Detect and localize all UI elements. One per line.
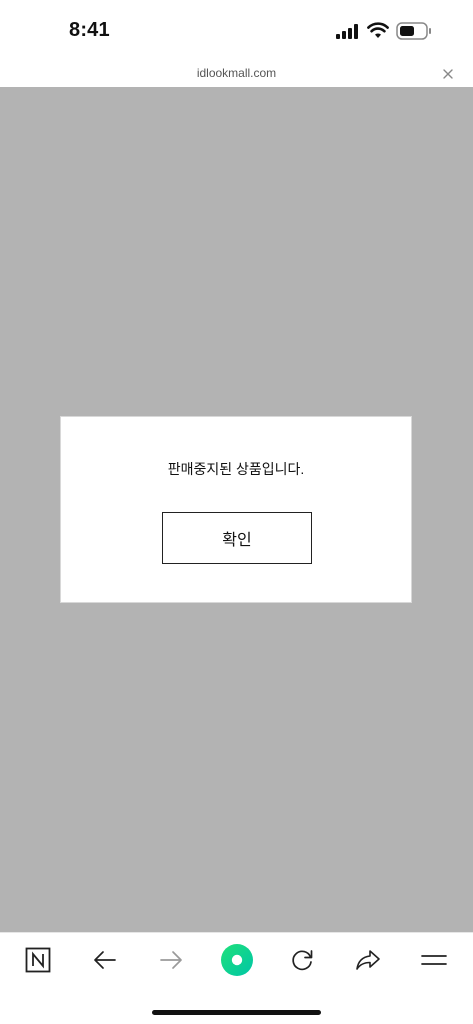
forward-arrow-icon[interactable] — [158, 947, 184, 973]
naver-home-icon[interactable] — [25, 947, 51, 973]
wifi-icon — [367, 22, 389, 39]
close-icon[interactable] — [440, 66, 456, 82]
status-time: 8:41 — [69, 19, 110, 41]
confirm-button[interactable]: 확인 — [162, 512, 312, 564]
url-text[interactable]: idlookmall.com — [0, 66, 473, 80]
status-bar: 8:41 — [0, 0, 473, 62]
reload-icon[interactable] — [289, 947, 315, 973]
dialog-message: 판매중지된 상품입니다. — [167, 461, 305, 477]
home-indicator — [152, 1010, 321, 1015]
modal-overlay: 판매중지된 상품입니다. 확인 — [0, 87, 473, 932]
alert-dialog: 판매중지된 상품입니다. 확인 — [60, 416, 412, 603]
url-bar: idlookmall.com — [0, 62, 473, 87]
menu-icon[interactable] — [421, 947, 447, 973]
share-icon[interactable] — [355, 947, 381, 973]
back-arrow-icon[interactable] — [92, 947, 118, 973]
battery-icon — [396, 22, 432, 40]
green-dot-icon[interactable] — [220, 943, 254, 977]
cellular-signal-icon — [336, 24, 360, 39]
